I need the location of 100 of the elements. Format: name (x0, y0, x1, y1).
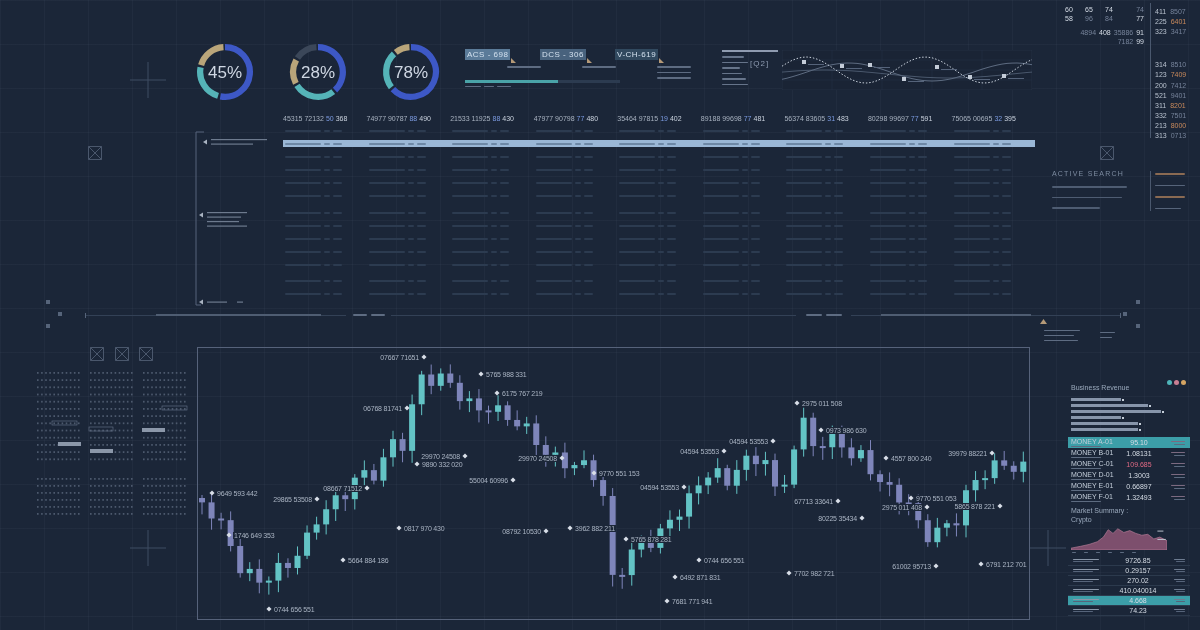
small-text-drawing (1073, 588, 1099, 593)
diamond-marker-icon (978, 561, 984, 567)
crossed-box-icon (88, 146, 102, 160)
small-text-drawing (1171, 495, 1185, 500)
candlestick (953, 512, 960, 537)
candlestick (619, 567, 626, 590)
candlestick (495, 394, 502, 422)
quarter-label: [Q2] (750, 60, 770, 70)
small-text-drawing (1174, 598, 1185, 603)
candlestick (475, 388, 482, 423)
candlestick (265, 575, 272, 596)
diamond-marker-icon (226, 532, 232, 538)
candlestick (733, 459, 740, 495)
candlestick (523, 416, 530, 435)
candlestick (390, 430, 396, 468)
candlestick (304, 524, 311, 560)
small-text-drawing (1073, 608, 1099, 613)
diamond-marker-icon (859, 515, 865, 521)
small-text-drawing (1171, 451, 1185, 456)
candlestick (686, 485, 693, 530)
candlestick (437, 367, 444, 392)
diamond-marker-icon (786, 570, 792, 576)
candlestick (772, 453, 778, 497)
diamond-marker-icon (543, 528, 549, 534)
candlestick (982, 469, 989, 490)
crossed-box-icon (1100, 146, 1114, 160)
diamond-marker-icon (364, 485, 370, 491)
candlestick (695, 475, 702, 505)
candlestick (724, 464, 731, 491)
small-text-drawing (1150, 171, 1185, 211)
small-text-drawing (1100, 332, 1115, 338)
candlestick (752, 446, 759, 477)
diamond-marker-icon (818, 427, 824, 433)
small-text-drawing (1044, 330, 1080, 341)
revenue-bar (1071, 398, 1124, 401)
diamond-marker-icon (623, 536, 629, 542)
candlestick (848, 437, 855, 467)
gauge-value: 28% (301, 63, 335, 81)
candlestick (504, 400, 511, 427)
candlestick (399, 432, 406, 463)
diamond-marker-icon (794, 400, 800, 406)
diamond-marker-icon (681, 484, 687, 490)
candlestick (294, 545, 301, 575)
small-text-drawing (1171, 473, 1185, 478)
revenue-bar (1071, 428, 1141, 431)
small-text-drawing (1073, 558, 1099, 563)
diamond-marker-icon (997, 503, 1003, 509)
candlestick (466, 390, 473, 413)
gauge-value: 78% (394, 63, 428, 81)
candlestick (886, 471, 893, 497)
candlestick (456, 374, 463, 411)
diamond-marker-icon (559, 455, 565, 461)
candlestick (208, 492, 215, 531)
diamond-marker-icon (933, 563, 939, 569)
candlestick (581, 449, 587, 469)
candlestick (447, 363, 454, 389)
diamond-marker-icon (510, 477, 516, 483)
diamond-marker-icon (924, 504, 930, 510)
diamond-marker-icon (314, 496, 320, 502)
small-text-drawing (1073, 578, 1099, 583)
candlestick (781, 474, 788, 494)
small-text-drawing (1174, 558, 1185, 563)
tag-label: DCS - 306 (540, 49, 586, 60)
candlestick (428, 364, 435, 395)
candlestick (533, 414, 540, 456)
candlestick (418, 370, 425, 416)
corner-triangle-icon (586, 58, 592, 63)
small-text-drawing (657, 66, 691, 79)
crosshair-icon (130, 530, 166, 566)
small-text-drawing (1171, 440, 1185, 445)
candlestick (332, 489, 339, 522)
candlestick (1010, 460, 1017, 481)
candlestick (943, 519, 950, 537)
crossed-box-icon (139, 347, 153, 361)
crossed-box-icon (90, 347, 104, 361)
diamond-marker-icon (494, 390, 500, 396)
candlestick (791, 445, 798, 489)
diamond-marker-icon (209, 490, 215, 496)
candlestick (867, 439, 874, 481)
candlestick (571, 461, 578, 476)
diamond-marker-icon (989, 450, 995, 456)
crosshair-icon (1030, 530, 1066, 566)
candlestick (972, 470, 979, 503)
crosshair-icon (130, 62, 166, 98)
gauge-value: 45% (208, 63, 242, 81)
diamond-marker-icon (567, 525, 573, 531)
diamond-marker-icon (591, 470, 597, 476)
diamond-marker-icon (721, 448, 727, 454)
revenue-bar (1071, 416, 1124, 419)
axis-labels-drawing (1072, 552, 1136, 553)
candlestick (743, 449, 750, 482)
candlestick (762, 451, 769, 477)
small-text-drawing (1073, 568, 1099, 573)
small-text-drawing (722, 56, 748, 85)
small-text-drawing (1171, 484, 1185, 489)
candlestick (934, 517, 941, 548)
candlestick (810, 412, 817, 457)
candlestick (227, 510, 234, 552)
diamond-marker-icon (266, 606, 272, 612)
corner-triangle-icon (659, 58, 665, 63)
